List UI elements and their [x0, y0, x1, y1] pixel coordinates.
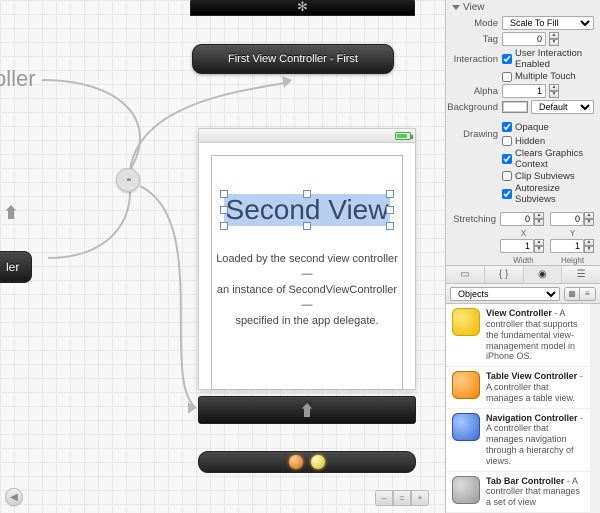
user-interaction-checkbox[interactable] — [502, 54, 512, 64]
cutoff-label-oller: oller — [0, 66, 36, 92]
library-tabs: ▭ { } ◉ ☰ — [446, 266, 600, 284]
alpha-stepper[interactable]: ▲▼ — [549, 84, 559, 98]
alpha-label: Alpha — [446, 86, 502, 97]
first-responder-icon[interactable] — [289, 455, 303, 469]
library-item[interactable]: Table View Controller - A controller tha… — [446, 367, 590, 408]
zoom-in-button[interactable]: + — [411, 490, 429, 506]
first-vc-title: First View Controller - First — [228, 53, 358, 65]
mode-label: Mode — [446, 18, 502, 29]
library-item[interactable]: Navigation Controller - A controller tha… — [446, 409, 590, 472]
scene-dock[interactable] — [198, 451, 416, 473]
storyboard-canvas[interactable]: ✻ First View Controller - First oller le… — [0, 0, 445, 513]
library-view-grid[interactable]: ▦ — [564, 287, 580, 301]
library-tab-object[interactable]: ◉ — [524, 266, 563, 283]
clip-subviews-checkbox[interactable] — [502, 171, 512, 181]
interaction-label: Interaction — [446, 54, 502, 65]
library-filter-select[interactable]: Objects — [450, 287, 560, 301]
view-controller-icon[interactable] — [311, 455, 325, 469]
alpha-field[interactable] — [502, 84, 546, 98]
opaque-checkbox[interactable] — [502, 122, 512, 132]
stretching-label: Stretching — [446, 214, 500, 225]
library-item[interactable]: Tab Bar Controller - A controller that m… — [446, 472, 590, 513]
stretch-h-stepper[interactable]: ▲▼ — [584, 239, 594, 253]
library-scrollbar[interactable] — [590, 304, 600, 513]
clears-gc-checkbox[interactable] — [502, 154, 512, 164]
library-tab-media[interactable]: ☰ — [562, 266, 600, 283]
stretch-y-stepper[interactable]: ▲▼ — [584, 212, 594, 226]
background-label: Background — [446, 102, 502, 113]
pin-marker-left — [6, 205, 16, 224]
second-view-heading[interactable]: Second View — [224, 194, 391, 226]
background-select[interactable]: Default — [531, 100, 594, 114]
tag-field[interactable] — [502, 32, 546, 46]
stretch-w-field[interactable] — [500, 239, 534, 253]
topbar-fragment: ✻ — [190, 0, 415, 16]
canvas-nav-left[interactable]: ◀ — [5, 488, 23, 506]
navigation-controller-icon — [452, 413, 480, 441]
multiple-touch-checkbox[interactable] — [502, 72, 512, 82]
tab-item-icon[interactable] — [302, 403, 312, 417]
status-bar — [199, 129, 415, 143]
view-controller-icon — [452, 308, 480, 336]
hidden-checkbox[interactable] — [502, 136, 512, 146]
attributes-inspector: View Mode Scale To Fill Tag ▲▼ Interacti… — [445, 0, 600, 513]
library-view-list[interactable]: ≡ — [580, 287, 596, 301]
table-view-controller-icon — [452, 371, 480, 399]
background-colorwell[interactable] — [502, 101, 528, 113]
library-item[interactable]: View Controller - A controller that supp… — [446, 304, 590, 367]
stretch-x-field[interactable] — [500, 212, 534, 226]
tab-bar-controller-icon — [452, 476, 480, 504]
zoom-fit-button[interactable]: = — [393, 490, 411, 506]
first-vc-titlebar[interactable]: First View Controller - First — [192, 44, 394, 74]
battery-icon — [395, 132, 411, 140]
autoresize-checkbox[interactable] — [502, 189, 512, 199]
tab-bar[interactable] — [198, 396, 416, 424]
view-content[interactable]: Second View Loaded by the second view co… — [211, 155, 403, 390]
stretch-x-stepper[interactable]: ▲▼ — [534, 212, 544, 226]
segue-node[interactable]: •• — [116, 168, 140, 192]
stretch-w-stepper[interactable]: ▲▼ — [534, 239, 544, 253]
stretch-h-field[interactable] — [550, 239, 584, 253]
zoom-out-button[interactable]: – — [375, 490, 393, 506]
library-tab-file[interactable]: ▭ — [446, 266, 485, 283]
library-list[interactable]: View Controller - A controller that supp… — [446, 304, 590, 513]
object-library: ▭ { } ◉ ☰ Objects ▦ ≡ View Controller - … — [446, 265, 600, 513]
stretch-y-field[interactable] — [550, 212, 584, 226]
mode-select[interactable]: Scale To Fill — [502, 16, 594, 30]
section-header-view[interactable]: View — [446, 0, 600, 15]
second-view-scene[interactable]: Second View Loaded by the second view co… — [198, 128, 416, 390]
cutoff-button-ler[interactable]: ler — [0, 251, 32, 283]
zoom-controls: – = + — [375, 490, 429, 506]
drawing-label: Drawing — [446, 129, 502, 140]
disclosure-triangle-icon[interactable] — [452, 5, 460, 10]
second-view-description[interactable]: Loaded by the second view controller — a… — [212, 252, 402, 329]
tag-label: Tag — [446, 34, 502, 45]
tag-stepper[interactable]: ▲▼ — [549, 32, 559, 46]
library-tab-code[interactable]: { } — [485, 266, 524, 283]
